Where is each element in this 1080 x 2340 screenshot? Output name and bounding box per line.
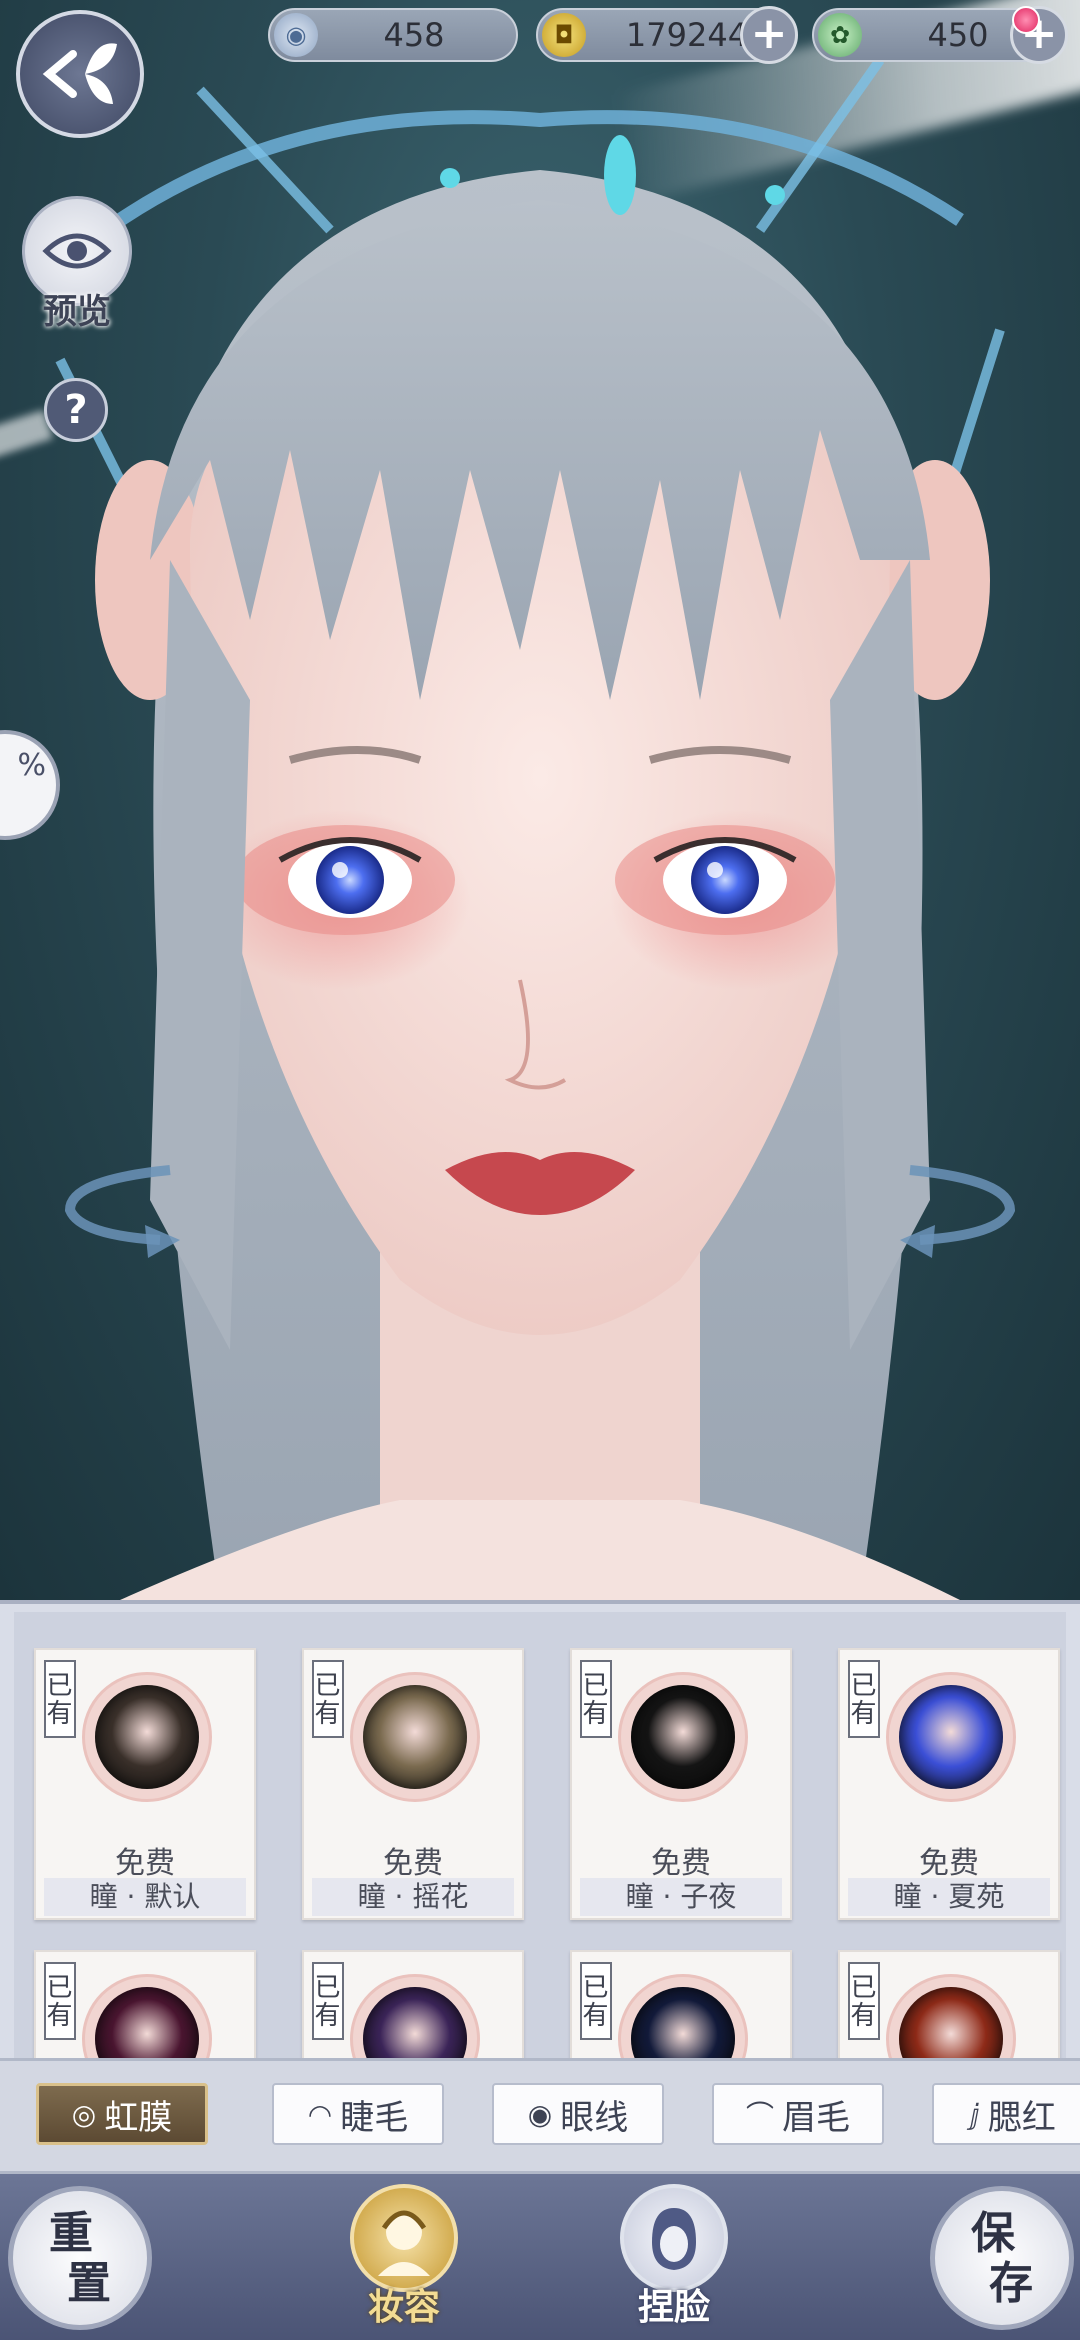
item-price: 免费 [919,1846,979,1881]
nav-face-sculpt[interactable]: 捏脸 [614,2184,734,2340]
jade-coin-icon: ◉ [274,13,318,57]
back-butterfly-icon [42,43,117,104]
item-card[interactable]: 已有 免费 瞳 · 默认 [34,1648,256,1920]
owned-tag: 已有 [310,1962,344,2040]
owned-tag: 已有 [310,1660,344,1738]
item-grid[interactable]: 已有 免费 瞳 · 默认 已有 免费 瞳 · 摇花 已有 免费 瞳 · 子夜 已… [14,1612,1066,2062]
progress-percent: % [17,748,46,783]
item-card[interactable]: 已有 免费 瞳 · 摇花 [302,1648,524,1920]
reset-button[interactable]: 重置 [8,2186,152,2330]
makeup-avatar-icon [350,2184,458,2292]
iris-swatch [899,1685,1003,1789]
ticket-icon: ✿ [818,13,862,57]
tab-eyebrow[interactable]: ⌒ 眉毛 [712,2083,884,2145]
notification-dot [1012,6,1040,34]
tab-label: 眉毛 [782,2097,850,2138]
character-model[interactable] [0,0,1080,1600]
tab-eyelash[interactable]: ◠ 睫毛 [272,2083,444,2145]
iris-preview [886,1672,1016,1802]
character-preview-scene[interactable] [0,0,1080,1600]
owned-tag: 已有 [578,1962,612,2040]
currency-jade: ◉ 458 [268,8,518,62]
help-button[interactable]: ? [44,378,108,442]
tab-blush[interactable]: ⅉ 腮红 [932,2083,1080,2145]
bottom-navigation: 重置 妆容 捏脸 保存 [0,2174,1080,2340]
iris-preview [82,1672,212,1802]
tab-eyeliner[interactable]: ◉ 眼线 [492,2083,664,2145]
jade-amount: 458 [383,16,445,54]
iris-selection-panel: 已有 免费 瞳 · 默认 已有 免费 瞳 · 摇花 已有 免费 瞳 · 子夜 已… [0,1600,1080,2062]
owned-tag: 已有 [846,1660,880,1738]
face-sculpt-avatar-icon [620,2184,728,2292]
iris-preview [886,1974,1016,2062]
owned-tag: 已有 [42,1962,76,2040]
tab-iris[interactable]: ◎ 虹膜 [36,2083,208,2145]
item-price: 免费 [383,1846,443,1881]
item-card[interactable]: 已有 免费 瞳 · 夏苑 [838,1648,1060,1920]
eye-icon [42,233,112,269]
iris-swatch [631,1987,735,2062]
save-button[interactable]: 保存 [930,2186,1074,2330]
makeup-category-tabs: ◎ 虹膜 ◠ 睫毛 ◉ 眼线 ⌒ 眉毛 ⅉ 腮红 [0,2058,1080,2174]
iris-swatch [899,1987,1003,2062]
nav-makeup[interactable]: 妆容 [344,2184,464,2340]
nav-face-label: 捏脸 [637,2286,710,2328]
iris-icon: ◎ [71,2097,97,2131]
item-name: 瞳 · 子夜 [580,1878,782,1916]
item-card[interactable]: 已有 [570,1950,792,2062]
tab-label: 腮红 [987,2097,1056,2138]
eyelash-icon: ◠ [307,2097,333,2131]
item-price: 免费 [651,1846,711,1881]
iris-swatch [363,1987,467,2062]
item-card[interactable]: 已有 免费 瞳 · 子夜 [570,1648,792,1920]
item-card[interactable]: 已有 [302,1950,524,2062]
iris-preview [350,1974,480,2062]
iris-swatch [95,1987,199,2062]
eyebrow-icon: ⌒ [745,2099,774,2132]
item-name: 瞳 · 夏苑 [848,1878,1050,1916]
tab-label: 虹膜 [104,2097,173,2138]
tab-label: 睫毛 [340,2097,409,2138]
item-name: 瞳 · 默认 [44,1878,246,1916]
owned-tag: 已有 [846,1962,880,2040]
rotate-right-icon[interactable] [890,1150,1030,1260]
iris-swatch [95,1685,199,1789]
item-card[interactable]: 已有 [838,1950,1060,2062]
add-coin-button[interactable]: + [740,6,798,64]
iris-swatch [363,1685,467,1789]
nav-makeup-label: 妆容 [367,2286,440,2328]
iris-preview [82,1974,212,2062]
back-button[interactable] [16,10,144,138]
rotate-left-icon[interactable] [50,1150,190,1260]
iris-preview [618,1672,748,1802]
owned-tag: 已有 [578,1660,612,1738]
item-card[interactable]: 已有 [34,1950,256,2062]
item-price: 免费 [115,1846,175,1881]
preview-label: 预览 [43,292,111,332]
iris-preview [350,1672,480,1802]
iris-swatch [631,1685,735,1789]
item-name: 瞳 · 摇花 [312,1878,514,1916]
tab-label: 眼线 [560,2097,629,2138]
owned-tag: 已有 [42,1660,76,1738]
blush-icon: ⅉ [970,2097,980,2131]
copper-coin-icon: ◘ [542,13,586,57]
iris-preview [618,1974,748,2062]
eye-icon: ◉ [527,2097,553,2131]
